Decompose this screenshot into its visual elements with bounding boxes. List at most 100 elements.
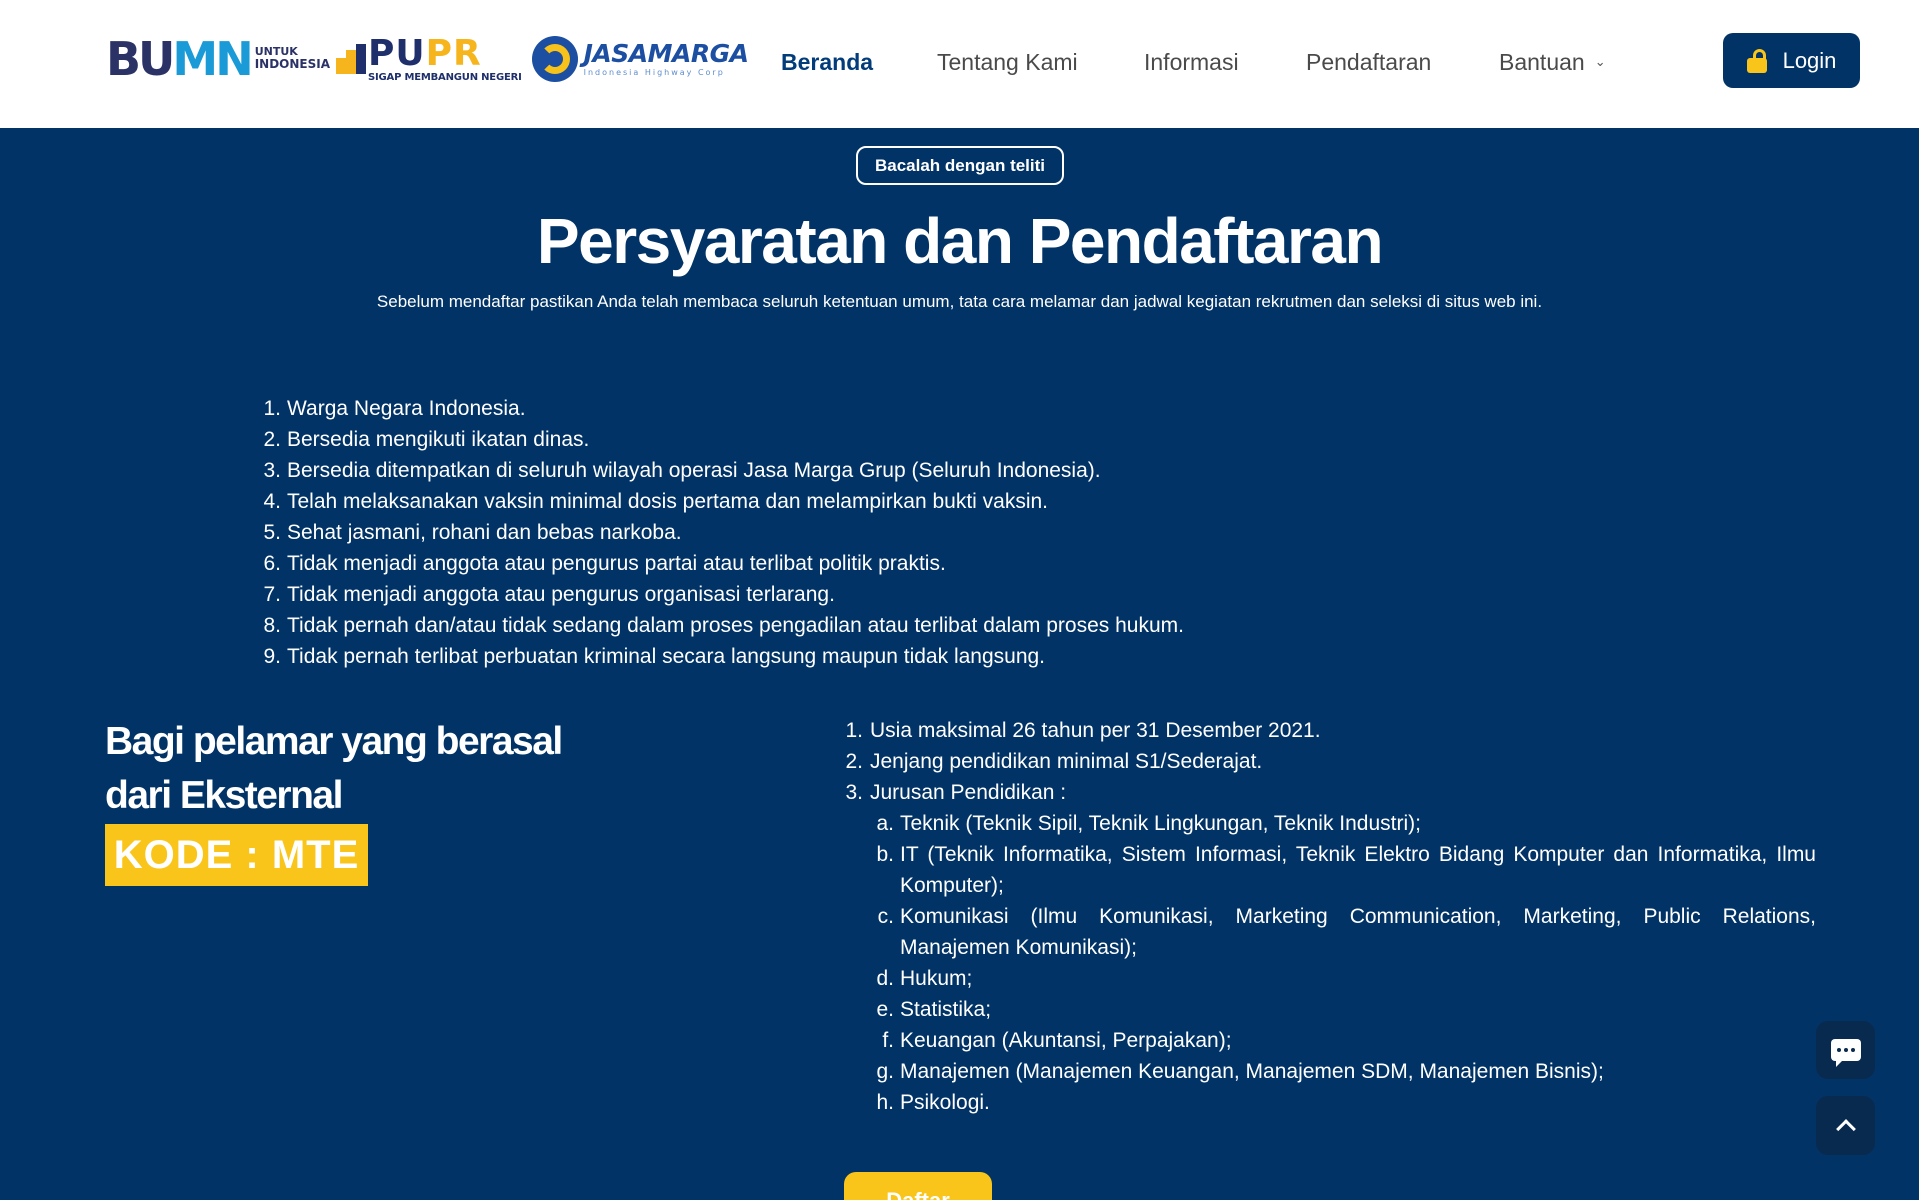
nav-tentang-kami[interactable]: Tentang Kami bbox=[937, 49, 1078, 76]
list-number: 7. bbox=[263, 583, 281, 606]
list-number: 3. bbox=[845, 781, 863, 804]
notice-badge: Bacalah dengan teliti bbox=[856, 146, 1064, 185]
major-letter: h. bbox=[876, 1091, 894, 1114]
list-number: 1. bbox=[263, 397, 281, 420]
list-number: 6. bbox=[263, 552, 281, 575]
jasamarga-logo-text: JASAMARGA bbox=[583, 39, 749, 68]
list-item: 3. Jurusan Pendidikan : bbox=[838, 777, 1816, 808]
list-number: 8. bbox=[263, 614, 281, 637]
list-number: 5. bbox=[263, 521, 281, 544]
list-number: 9. bbox=[263, 645, 281, 668]
nav-bantuan[interactable]: Bantuan ⌄ bbox=[1499, 49, 1606, 76]
list-item: 7. Tidak menjadi anggota atau pengurus or… bbox=[256, 579, 1184, 610]
external-heading-line-1: Bagi pelamar yang berasal bbox=[105, 720, 563, 763]
nav-informasi[interactable]: Informasi bbox=[1144, 49, 1239, 76]
major-text: Manajemen (Manajemen Keuangan, Manajemen… bbox=[900, 1060, 1604, 1083]
major-item: f. Keuangan (Akuntansi, Perpajakan); bbox=[868, 1025, 1816, 1056]
list-number: 2. bbox=[263, 428, 281, 451]
list-text: Bersedia mengikuti ikatan dinas. bbox=[287, 428, 590, 451]
position-code-badge: KODE : MTE bbox=[105, 824, 368, 886]
list-item: 5. Sehat jasmani, rohani dan bebas narkob… bbox=[256, 517, 1184, 548]
pupr-logo-text-a: PU bbox=[368, 32, 426, 74]
list-text: Sehat jasmani, rohani dan bebas narkoba. bbox=[287, 521, 682, 544]
list-number: 3. bbox=[263, 459, 281, 482]
major-text: Hukum; bbox=[900, 967, 973, 990]
major-text: Psikologi. bbox=[900, 1091, 990, 1114]
list-item: 6. Tidak menjadi anggota atau pengurus pa… bbox=[256, 548, 1184, 579]
list-text: Warga Negara Indonesia. bbox=[287, 397, 526, 420]
external-requirements-list: 1. Usia maksimal 26 tahun per 31 Desember… bbox=[838, 715, 1816, 1118]
pupr-logo-tagline: SIGAP MEMBANGUN NEGERI bbox=[368, 71, 522, 83]
major-letter: c. bbox=[877, 905, 894, 928]
major-letter: e. bbox=[876, 998, 894, 1021]
chevron-down-icon: ⌄ bbox=[1594, 54, 1606, 69]
major-letter: f. bbox=[882, 1029, 894, 1052]
list-number: 1. bbox=[845, 719, 863, 742]
page-title: Persyaratan dan Pendaftaran bbox=[536, 205, 1384, 277]
major-letter: a. bbox=[876, 812, 894, 835]
page-subtitle: Sebelum mendaftar pastikan Anda telah me… bbox=[376, 292, 1543, 311]
majors-container: a. Teknik (Teknik Sipil, Teknik Lingkunga… bbox=[838, 808, 1816, 1118]
major-text: Statistika; bbox=[900, 998, 992, 1021]
majors-list: a. Teknik (Teknik Sipil, Teknik Lingkunga… bbox=[868, 808, 1816, 1118]
external-heading: Bagi pelamar yang berasal dari Eksternal bbox=[105, 715, 625, 823]
major-item: e. Statistika; bbox=[868, 994, 1816, 1025]
major-item: d. Hukum; bbox=[868, 963, 1816, 994]
major-text: Keuangan (Akuntansi, Perpajakan); bbox=[900, 1029, 1232, 1052]
site-header: BUMN UNTUK INDONESIA PUPR SIGAP MEMBANGU… bbox=[0, 0, 1919, 128]
major-letter: b. bbox=[876, 843, 894, 866]
major-text: Teknik (Teknik Sipil, Teknik Lingkungan,… bbox=[900, 812, 1421, 835]
scroll-top-button[interactable] bbox=[1816, 1096, 1875, 1155]
list-text: Tidak menjadi anggota atau pengurus orga… bbox=[287, 583, 835, 606]
major-text: IT (Teknik Informatika, Sistem Informasi… bbox=[900, 843, 1816, 897]
major-item: a. Teknik (Teknik Sipil, Teknik Lingkunga… bbox=[868, 808, 1816, 839]
pupr-emblem-icon bbox=[336, 44, 367, 74]
list-item: 4. Telah melaksanakan vaksin minimal dosi… bbox=[256, 486, 1184, 517]
jasamarga-logo[interactable]: JASAMARGA Indonesia Highway Corp bbox=[531, 36, 749, 82]
major-item: h. Psikologi. bbox=[868, 1087, 1816, 1118]
bumn-logo-text-a: BU bbox=[106, 32, 175, 86]
chevron-up-icon bbox=[1835, 1119, 1856, 1139]
bumn-logo-text-b: MN bbox=[172, 32, 253, 86]
general-requirements-list: 1. Warga Negara Indonesia. 2. Bersedia men… bbox=[256, 393, 1184, 672]
list-text: Tidak menjadi anggota atau pengurus part… bbox=[287, 552, 946, 575]
lock-icon bbox=[1746, 48, 1769, 73]
jasamarga-logo-tagline: Indonesia Highway Corp bbox=[583, 68, 725, 77]
login-label: Login bbox=[1782, 47, 1837, 73]
pupr-logo[interactable]: PUPR SIGAP MEMBANGUN NEGERI bbox=[336, 32, 522, 83]
list-number: 4. bbox=[263, 490, 281, 513]
bumn-logo-sub-2: INDONESIA bbox=[254, 57, 331, 72]
jasamarga-emblem-icon bbox=[531, 36, 578, 82]
list-text: Tidak pernah terlibat perbuatan kriminal… bbox=[287, 645, 1046, 668]
list-text: Tidak pernah dan/atau tidak sedang dalam… bbox=[287, 614, 1184, 637]
major-item: b. IT (Teknik Informatika, Sistem Informa… bbox=[868, 839, 1816, 901]
list-item: 1. Warga Negara Indonesia. bbox=[256, 393, 1184, 424]
major-item: c. Komunikasi (Ilmu Komunikasi, Marketing… bbox=[868, 901, 1816, 963]
list-item: 1. Usia maksimal 26 tahun per 31 Desember… bbox=[838, 715, 1816, 746]
list-number: 2. bbox=[845, 750, 863, 773]
list-item: 2. Bersedia mengikuti ikatan dinas. bbox=[256, 424, 1184, 455]
list-item: 9. Tidak pernah terlibat perbuatan krimin… bbox=[256, 641, 1184, 672]
list-text: Jenjang pendidikan minimal S1/Sederajat. bbox=[870, 750, 1263, 773]
chat-icon bbox=[1830, 1039, 1861, 1067]
partner-logos: BUMN UNTUK INDONESIA PUPR SIGAP MEMBANGU… bbox=[106, 32, 749, 86]
list-item: 2. Jenjang pendidikan minimal S1/Sederaja… bbox=[838, 746, 1816, 777]
list-text: Bersedia ditempatkan di seluruh wilayah … bbox=[287, 459, 1101, 482]
pupr-logo-text-b: PR bbox=[425, 32, 482, 74]
list-text: Usia maksimal 26 tahun per 31 Desember 2… bbox=[870, 719, 1321, 742]
nav-bantuan-label: Bantuan bbox=[1499, 49, 1585, 75]
register-button[interactable]: Daftar bbox=[844, 1172, 992, 1200]
list-item: 8. Tidak pernah dan/atau tidak sedang dal… bbox=[256, 610, 1184, 641]
major-letter: d. bbox=[876, 967, 894, 990]
list-item: 3. Bersedia ditempatkan di seluruh wilaya… bbox=[256, 455, 1184, 486]
major-item: g. Manajemen (Manajemen Keuangan, Manajem… bbox=[868, 1056, 1816, 1087]
major-letter: g. bbox=[876, 1060, 894, 1083]
external-heading-line-2: dari Eksternal bbox=[105, 774, 343, 817]
bumn-logo[interactable]: BUMN UNTUK INDONESIA bbox=[106, 36, 330, 82]
nav-pendaftaran[interactable]: Pendaftaran bbox=[1306, 49, 1431, 76]
major-text: Komunikasi (Ilmu Komunikasi, Marketing C… bbox=[900, 905, 1816, 959]
login-button[interactable]: Login bbox=[1723, 33, 1860, 88]
nav-beranda[interactable]: Beranda bbox=[781, 49, 873, 76]
chat-button[interactable] bbox=[1816, 1021, 1875, 1079]
list-text: Jurusan Pendidikan : bbox=[870, 781, 1067, 804]
